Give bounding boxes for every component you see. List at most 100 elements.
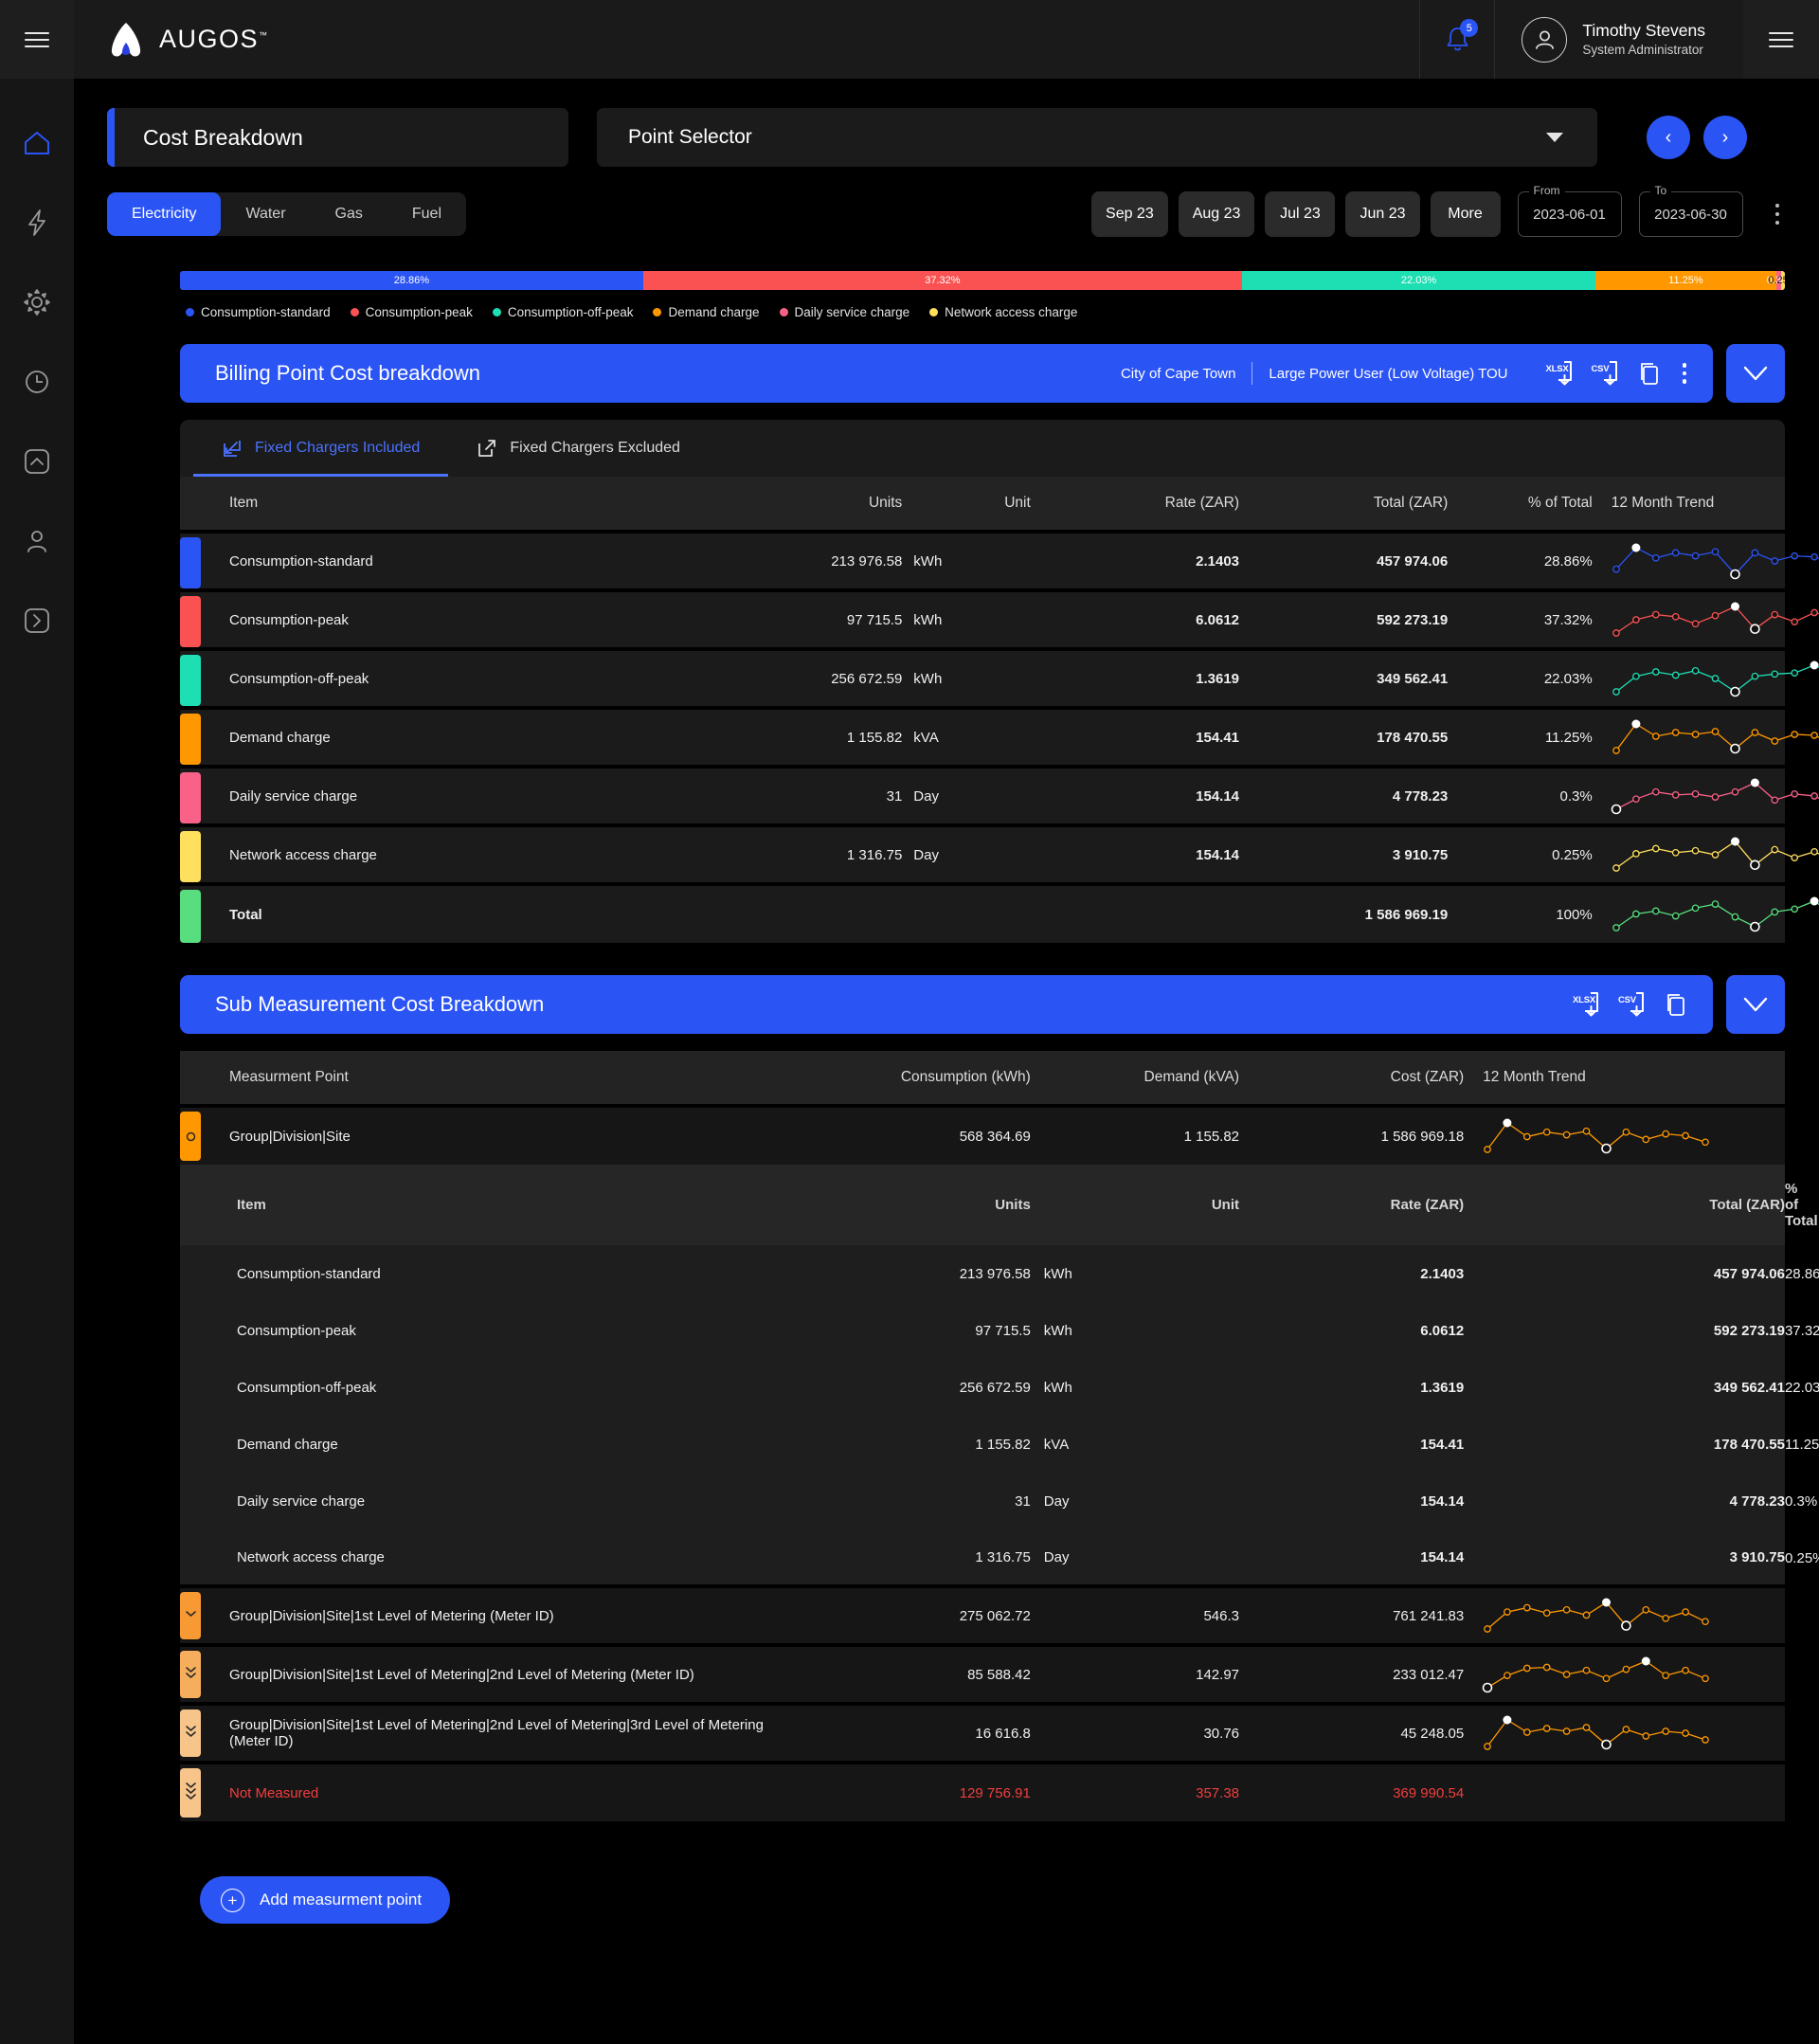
sub-detail-row[interactable]: Consumption-peak97 715.5kWh6.0612592 273… — [180, 1302, 1785, 1359]
sub-demand-cell: 1 155.82 — [1031, 1106, 1239, 1165]
sub-meter-row[interactable]: Group|Division|Site|1st Level of Meterin… — [180, 1586, 1785, 1645]
meter-expand-toggle[interactable] — [180, 1768, 201, 1818]
hamburger-right-icon[interactable] — [1769, 32, 1793, 47]
table-row[interactable]: Consumption-off-peak256 672.59kWh1.36193… — [180, 649, 1785, 708]
row-item-label: Daily service charge — [229, 788, 357, 805]
sub-panel-collapse-button[interactable] — [1726, 975, 1785, 1034]
table-row[interactable]: Total1 586 969.19100% — [180, 884, 1785, 943]
bar-segment-consumption-standard[interactable]: 28.86% — [180, 271, 643, 290]
group-expand-toggle[interactable] — [180, 1112, 201, 1161]
sub-meter-cost: 233 012.47 — [1239, 1645, 1464, 1704]
legend-item-consumption-peak[interactable]: Consumption-peak — [351, 305, 473, 319]
table-row[interactable]: Network access charge1 316.75Day154.143 … — [180, 825, 1785, 884]
prev-point-button[interactable]: ‹ — [1647, 116, 1690, 159]
rail-nav — [0, 124, 74, 640]
utility-tab-electricity[interactable]: Electricity — [107, 192, 221, 236]
sidebar-item-upload[interactable] — [18, 443, 56, 480]
utility-tab-water[interactable]: Water — [221, 192, 310, 236]
sidebar-item-history[interactable] — [18, 363, 56, 401]
table-row[interactable]: Consumption-peak97 715.5kWh6.0612592 273… — [180, 590, 1785, 649]
next-point-button[interactable]: › — [1703, 116, 1747, 159]
bar-segment-demand-charge[interactable]: 11.25% — [1595, 271, 1776, 290]
sub-group-name-cell: Group|Division|Site — [180, 1106, 774, 1165]
sub-export-csv-icon[interactable]: CSV — [1620, 990, 1648, 1019]
sub-cost-cell: 1 586 969.18 — [1239, 1106, 1464, 1165]
month-button-jul-23[interactable]: Jul 23 — [1265, 191, 1335, 237]
date-from-field[interactable]: From 2023-06-01 — [1518, 191, 1622, 237]
month-button-more[interactable]: More — [1431, 191, 1501, 237]
export-xlsx-icon[interactable]: XLSX — [1548, 359, 1576, 388]
utility-tab-gas[interactable]: Gas — [311, 192, 387, 236]
legend-item-consumption-standard[interactable]: Consumption-standard — [186, 305, 331, 319]
month-button-sep-23[interactable]: Sep 23 — [1091, 191, 1168, 237]
notifications-button[interactable]: 5 — [1419, 0, 1495, 79]
charger-tabs: Fixed Chargers IncludedFixed Chargers Ex… — [180, 420, 1785, 477]
sub-meter-name: Group|Division|Site|1st Level of Meterin… — [229, 1667, 694, 1683]
sub-meter-row[interactable]: Not Measured129 756.91357.38369 990.54 — [180, 1763, 1785, 1821]
sub-detail-row[interactable]: Demand charge1 155.82kVA154.41178 470.55… — [180, 1416, 1785, 1473]
utility-tab-fuel[interactable]: Fuel — [387, 192, 466, 236]
charger-tab-excluded[interactable]: Fixed Chargers Excluded — [448, 420, 709, 477]
date-from-label: From — [1529, 184, 1565, 197]
bar-segment-consumption-peak[interactable]: 37.32% — [643, 271, 1242, 290]
sub-detail-column-total-zar: Total (ZAR) — [1464, 1165, 1785, 1245]
table-row[interactable]: Consumption-standard213 976.58kWh2.14034… — [180, 532, 1785, 590]
chevron-down-icon[interactable] — [1546, 133, 1563, 142]
sidebar-item-expand[interactable] — [18, 602, 56, 640]
right-panel-toggle[interactable] — [1743, 0, 1819, 79]
sub-column-header-demand-kva: Demand (kVA) — [1031, 1051, 1239, 1106]
sub-detail-row[interactable]: Daily service charge31Day154.144 778.230… — [180, 1473, 1785, 1529]
filter-more-menu[interactable] — [1770, 198, 1786, 231]
rail-menu-toggle[interactable] — [0, 0, 74, 79]
sub-meter-cost: 761 241.83 — [1239, 1586, 1464, 1645]
row-item-cell: Consumption-off-peak — [180, 649, 693, 708]
sub-table-wrap: Measurment PointConsumption (kWh)Demand … — [180, 1051, 1785, 1821]
sub-group-row[interactable]: Group|Division|Site568 364.691 155.821 5… — [180, 1106, 1785, 1165]
meter-expand-toggle[interactable] — [180, 1592, 201, 1639]
meter-expand-toggle[interactable] — [180, 1709, 201, 1757]
copy-icon[interactable] — [1639, 362, 1660, 386]
trend-sparkline — [1479, 1594, 1714, 1637]
row-rate-cell — [1031, 884, 1239, 943]
date-to-field[interactable]: To 2023-06-30 — [1639, 191, 1743, 237]
sub-export-xlsx-icon[interactable]: XLSX — [1575, 990, 1603, 1019]
meter-expand-toggle[interactable] — [180, 1651, 201, 1698]
month-button-aug-23[interactable]: Aug 23 — [1179, 191, 1255, 237]
hamburger-icon[interactable] — [25, 32, 49, 47]
sub-detail-row[interactable]: Consumption-standard213 976.58kWh2.14034… — [180, 1245, 1785, 1302]
billing-panel-collapse-button[interactable] — [1726, 344, 1785, 403]
legend-label: Consumption-peak — [366, 305, 473, 319]
brand-logo[interactable]: AUGOS™ — [74, 20, 267, 60]
month-button-jun-23[interactable]: Jun 23 — [1345, 191, 1419, 237]
sidebar-item-home[interactable] — [18, 124, 56, 162]
sub-copy-icon[interactable] — [1666, 993, 1686, 1017]
sub-detail-rate: 154.14 — [1239, 1529, 1464, 1586]
row-item-label: Consumption-standard — [229, 553, 373, 570]
sub-detail-header-row: ItemUnitsUnitRate (ZAR)Total (ZAR)% of T… — [180, 1165, 1785, 1245]
sidebar-item-settings[interactable] — [18, 283, 56, 321]
charger-tab-included[interactable]: Fixed Chargers Included — [193, 420, 448, 477]
bar-segment-consumption-off-peak[interactable]: 22.03% — [1242, 271, 1595, 290]
sidebar-item-energy[interactable] — [18, 204, 56, 242]
billing-table-head: ItemUnitsUnitRate (ZAR)Total (ZAR)% of T… — [180, 477, 1785, 532]
table-row[interactable]: Demand charge1 155.82kVA154.41178 470.55… — [180, 708, 1785, 767]
sub-detail-row[interactable]: Network access charge1 316.75Day154.143 … — [180, 1529, 1785, 1586]
billing-panel-more-menu[interactable] — [1683, 363, 1687, 384]
user-menu[interactable]: Timothy Stevens System Administrator — [1495, 0, 1743, 79]
sidebar-item-account[interactable] — [18, 522, 56, 560]
legend-item-consumption-off-peak[interactable]: Consumption-off-peak — [493, 305, 634, 319]
legend-item-demand-charge[interactable]: Demand charge — [653, 305, 759, 319]
sub-detail-row[interactable]: Consumption-off-peak256 672.59kWh1.36193… — [180, 1359, 1785, 1416]
sub-meter-row[interactable]: Group|Division|Site|1st Level of Meterin… — [180, 1704, 1785, 1763]
legend-dot-icon — [186, 308, 194, 317]
point-selector[interactable]: Point Selector — [597, 108, 1597, 167]
row-item-label: Network access charge — [229, 847, 377, 863]
sub-meter-row[interactable]: Group|Division|Site|1st Level of Meterin… — [180, 1645, 1785, 1704]
bar-segment-network-access-charge[interactable]: 0.25% — [1781, 271, 1785, 290]
export-csv-icon[interactable]: CSV — [1594, 359, 1622, 388]
legend-item-network-access-charge[interactable]: Network access charge — [929, 305, 1077, 319]
page-content: Cost Breakdown Point Selector ‹ › Electr… — [74, 79, 1819, 2044]
add-measurement-point-button[interactable]: + Add measurment point — [200, 1876, 450, 1924]
table-row[interactable]: Daily service charge31Day154.144 778.230… — [180, 767, 1785, 825]
legend-item-daily-service-charge[interactable]: Daily service charge — [780, 305, 910, 319]
